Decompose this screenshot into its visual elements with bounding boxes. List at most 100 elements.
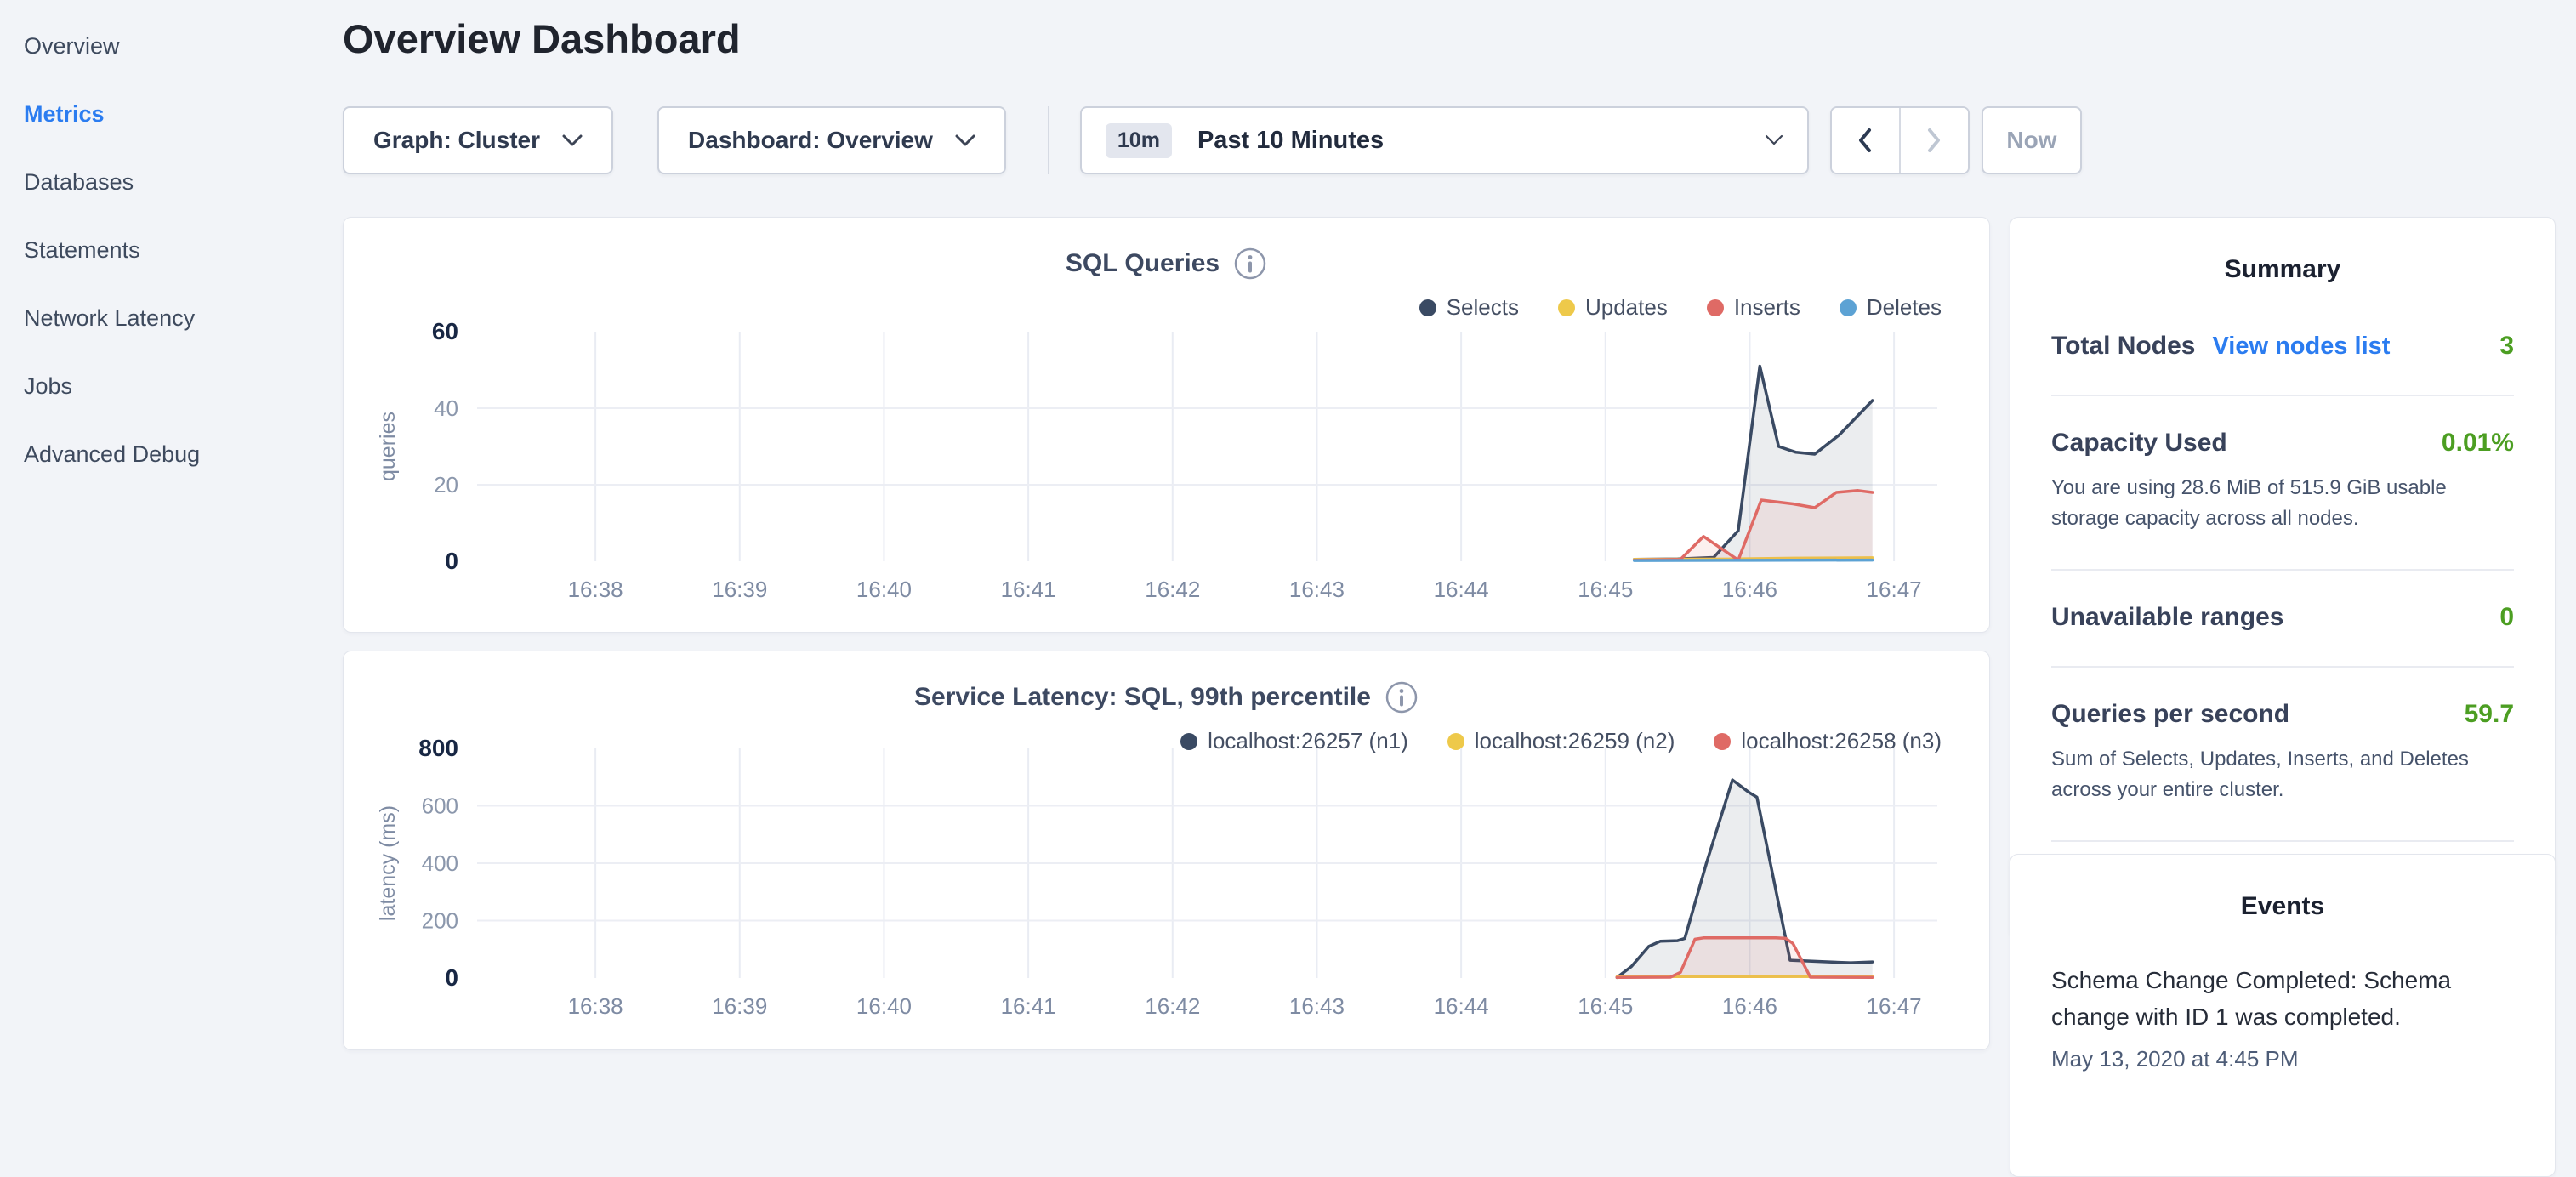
events-title: Events xyxy=(2051,892,2514,921)
svg-text:400: 400 xyxy=(422,850,458,876)
svg-text:20: 20 xyxy=(434,472,458,498)
legend-item[interactable]: Updates xyxy=(1558,294,1668,321)
summary-row-total-nodes: Total Nodes View nodes list 3 xyxy=(2051,284,2514,395)
svg-text:16:42: 16:42 xyxy=(1145,993,1200,1019)
time-range-label: Past 10 Minutes xyxy=(1197,127,1384,155)
controls-row: Graph: Cluster Dashboard: Overview 10m P… xyxy=(343,106,2082,174)
chevron-down-icon xyxy=(562,134,583,147)
legend-dot-icon xyxy=(1558,299,1575,316)
summary-value: 0 xyxy=(2499,603,2514,632)
time-range-badge: 10m xyxy=(1106,123,1172,158)
summary-title: Summary xyxy=(2051,255,2514,284)
info-icon[interactable] xyxy=(1233,247,1267,281)
svg-text:16:44: 16:44 xyxy=(1434,993,1489,1019)
svg-text:16:38: 16:38 xyxy=(568,577,623,602)
svg-text:200: 200 xyxy=(422,908,458,934)
dashboard-label: Dashboard: Overview xyxy=(688,127,933,154)
sql-queries-plot[interactable]: 16:38 16:39 16:40 16:41 16:42 16:43 16:44 16:45… xyxy=(345,320,1987,620)
svg-text:600: 600 xyxy=(422,793,458,819)
legend-dot-icon xyxy=(1419,299,1436,316)
summary-value: 59.7 xyxy=(2465,700,2514,729)
svg-text:16:47: 16:47 xyxy=(1867,993,1922,1019)
legend-item[interactable]: Selects xyxy=(1419,294,1519,321)
chart-title: SQL Queries xyxy=(1066,249,1220,278)
svg-text:0: 0 xyxy=(445,548,458,574)
summary-label: Unavailable ranges xyxy=(2051,603,2283,632)
legend-item[interactable]: Inserts xyxy=(1707,294,1800,321)
svg-text:queries: queries xyxy=(376,412,400,481)
svg-text:16:43: 16:43 xyxy=(1289,577,1345,602)
time-step-forward-button[interactable] xyxy=(1899,108,1968,173)
sidebar-item-overview[interactable]: Overview xyxy=(0,12,306,80)
legend-label: Selects xyxy=(1447,294,1519,321)
summary-label: Capacity Used xyxy=(2051,429,2227,458)
svg-text:16:38: 16:38 xyxy=(568,993,623,1019)
summary-label: Queries per second xyxy=(2051,700,2289,729)
svg-text:16:39: 16:39 xyxy=(712,993,767,1019)
now-button-label: Now xyxy=(2006,127,2056,154)
svg-text:16:44: 16:44 xyxy=(1434,577,1489,602)
svg-text:0: 0 xyxy=(445,964,458,991)
svg-text:16:46: 16:46 xyxy=(1722,577,1777,602)
svg-text:16:45: 16:45 xyxy=(1578,577,1633,602)
svg-text:16:45: 16:45 xyxy=(1578,993,1633,1019)
summary-value: 0.01% xyxy=(2442,429,2514,458)
summary-subtext: You are using 28.6 MiB of 515.9 GiB usab… xyxy=(2051,473,2514,535)
chevron-down-icon xyxy=(1765,134,1783,146)
summary-row-queries-per-second: Queries per second 59.7 Sum of Selects, … xyxy=(2051,666,2514,840)
sidebar-item-statements[interactable]: Statements xyxy=(0,216,306,284)
summary-panel: Summary Total Nodes View nodes list 3 Ca… xyxy=(2010,217,2556,938)
sql-queries-chart-card: SQL Queries Selects Updates Inserts Deletes… xyxy=(343,217,1990,633)
svg-text:60: 60 xyxy=(432,320,458,344)
now-button[interactable]: Now xyxy=(1982,106,2082,174)
svg-text:16:41: 16:41 xyxy=(1001,993,1056,1019)
service-latency-plot[interactable]: 16:38 16:39 16:40 16:41 16:42 16:43 16:44 16:45… xyxy=(345,736,1987,1037)
info-icon[interactable] xyxy=(1385,680,1419,714)
svg-text:16:43: 16:43 xyxy=(1289,993,1345,1019)
svg-text:16:46: 16:46 xyxy=(1722,993,1777,1019)
view-nodes-list-link[interactable]: View nodes list xyxy=(2212,333,2390,361)
sidebar: Overview Metrics Databases Statements Ne… xyxy=(0,0,306,488)
chevron-right-icon xyxy=(1925,127,1942,154)
legend-label: Deletes xyxy=(1867,294,1942,321)
summary-label: Total Nodes xyxy=(2051,332,2195,361)
events-panel: Events Schema Change Completed: Schema c… xyxy=(2010,854,2556,1177)
svg-text:16:40: 16:40 xyxy=(856,577,912,602)
sidebar-item-metrics[interactable]: Metrics xyxy=(0,80,306,148)
legend-label: Inserts xyxy=(1734,294,1800,321)
sidebar-item-databases[interactable]: Databases xyxy=(0,148,306,216)
svg-text:16:47: 16:47 xyxy=(1867,577,1922,602)
summary-row-unavailable-ranges: Unavailable ranges 0 xyxy=(2051,569,2514,666)
page-title: Overview Dashboard xyxy=(343,15,741,62)
chevron-down-icon xyxy=(955,134,975,147)
svg-text:16:42: 16:42 xyxy=(1145,577,1200,602)
event-timestamp: May 13, 2020 at 4:45 PM xyxy=(2051,1046,2514,1072)
summary-subtext: Sum of Selects, Updates, Inserts, and De… xyxy=(2051,744,2514,806)
svg-text:16:41: 16:41 xyxy=(1001,577,1056,602)
chart-title: Service Latency: SQL, 99th percentile xyxy=(914,683,1371,712)
svg-text:16:39: 16:39 xyxy=(712,577,767,602)
service-latency-chart-card: Service Latency: SQL, 99th percentile lo… xyxy=(343,651,1990,1050)
svg-text:latency (ms): latency (ms) xyxy=(376,805,400,921)
graph-scope-label: Graph: Cluster xyxy=(373,127,540,154)
event-message[interactable]: Schema Change Completed: Schema change w… xyxy=(2051,962,2514,1036)
legend-dot-icon xyxy=(1840,299,1857,316)
svg-text:16:40: 16:40 xyxy=(856,993,912,1019)
graph-scope-dropdown[interactable]: Graph: Cluster xyxy=(343,106,613,174)
time-step-back-button[interactable] xyxy=(1832,108,1899,173)
sidebar-item-jobs[interactable]: Jobs xyxy=(0,352,306,420)
time-range-selector[interactable]: 10m Past 10 Minutes xyxy=(1080,106,1809,174)
sidebar-item-advanced-debug[interactable]: Advanced Debug xyxy=(0,420,306,488)
sidebar-item-network-latency[interactable]: Network Latency xyxy=(0,284,306,352)
chevron-left-icon xyxy=(1857,127,1874,154)
svg-text:800: 800 xyxy=(418,736,458,761)
svg-text:40: 40 xyxy=(434,395,458,421)
time-step-buttons xyxy=(1830,106,1970,174)
dashboard-dropdown[interactable]: Dashboard: Overview xyxy=(657,106,1006,174)
legend-item[interactable]: Deletes xyxy=(1840,294,1942,321)
summary-row-capacity-used: Capacity Used 0.01% You are using 28.6 M… xyxy=(2051,395,2514,569)
chart-legend: Selects Updates Inserts Deletes xyxy=(1419,294,1942,321)
legend-dot-icon xyxy=(1707,299,1724,316)
summary-value: 3 xyxy=(2499,332,2514,361)
controls-divider xyxy=(1048,106,1049,174)
